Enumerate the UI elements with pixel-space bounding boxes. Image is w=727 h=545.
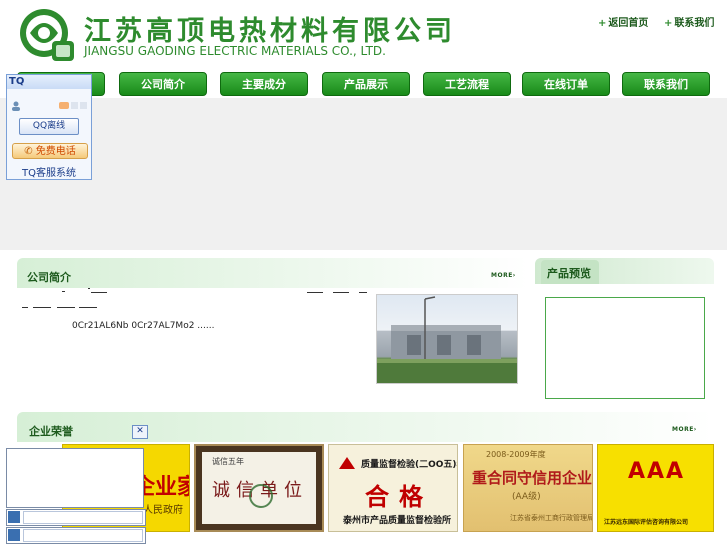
- text-dash: [22, 307, 28, 308]
- cert-subtitle: 诚信五年: [212, 457, 244, 466]
- tq-chat-widget[interactable]: TQ QQ离线 ✆ 免费电话 TQ客服系统: [6, 74, 92, 180]
- intro-more-link[interactable]: MORE›: [491, 272, 516, 279]
- phone-icon: ✆: [24, 146, 33, 157]
- cert-issuer: 江苏省泰州工商行政管理局: [510, 514, 593, 522]
- cert-heading: 合格: [365, 483, 433, 511]
- cert-issuer: 泰州市产品质量监督检验所: [343, 516, 452, 526]
- tq-system-label: TQ客服系统: [22, 168, 76, 179]
- status-icon: [71, 102, 78, 109]
- product-preview-box[interactable]: [545, 297, 705, 399]
- status-icon: [80, 102, 87, 109]
- warning-triangle-icon: [339, 457, 355, 469]
- chat-popup-row[interactable]: [6, 509, 146, 526]
- honors-title: 企业荣誉: [29, 425, 73, 438]
- nav-item-composition[interactable]: 主要成分: [220, 72, 308, 96]
- header: 江苏高顶电热材料有限公司 JIANGSU GAODING ELECTRIC MA…: [0, 0, 727, 70]
- honor-certificate[interactable]: AAA 江苏远东国际评估咨询有限公司: [597, 444, 714, 532]
- chat-input[interactable]: [23, 529, 143, 542]
- cert-paper: 诚信五年 诚信单位: [202, 452, 316, 524]
- cert-issuer: 人民政府: [143, 505, 183, 516]
- plus-icon: +: [664, 18, 673, 29]
- company-logo[interactable]: [16, 5, 78, 65]
- intro-title: 公司简介: [27, 271, 71, 284]
- cert-year: 2008-2009年度: [486, 450, 546, 459]
- contact-link-label: 联系我们: [674, 18, 715, 29]
- cert-heading: AAA: [628, 459, 686, 484]
- product-preview-section: 产品预览: [535, 258, 714, 406]
- nav-item-process[interactable]: 工艺流程: [423, 72, 511, 96]
- factory-photo: [376, 294, 518, 384]
- nav-item-products[interactable]: 产品展示: [322, 72, 410, 96]
- cert-issuer: 江苏远东国际评估咨询有限公司: [604, 519, 689, 526]
- free-call-label: 免费电话: [35, 146, 76, 157]
- user-icon: [11, 101, 21, 111]
- text-dash: [91, 292, 107, 293]
- text-dash: [33, 307, 51, 308]
- popup-close-button[interactable]: ✕: [132, 425, 148, 439]
- cert-subtitle: 质量监督检验(二OO五)年: [361, 460, 458, 470]
- home-link[interactable]: + 返回首页: [598, 14, 648, 29]
- text-dash: [62, 291, 65, 292]
- section-header: [17, 258, 528, 288]
- avatar: [8, 529, 20, 541]
- text-dash: [333, 292, 349, 293]
- text-dash: [79, 307, 97, 308]
- tq-title: TQ: [7, 75, 91, 89]
- chat-popup-window[interactable]: [6, 448, 144, 508]
- nav-item-order[interactable]: 在线订单: [522, 72, 610, 96]
- cert-grade: (AA级): [512, 492, 541, 502]
- honors-more-link[interactable]: MORE›: [672, 426, 697, 433]
- chat-popup-row[interactable]: [6, 527, 146, 544]
- cert-heading: 重合同守信用企业: [472, 469, 593, 487]
- plus-icon: +: [598, 18, 607, 29]
- banner-area: [0, 98, 727, 250]
- qq-button[interactable]: QQ离线: [19, 118, 79, 135]
- honor-certificate[interactable]: 2008-2009年度 重合同守信用企业 (AA级) 江苏省泰州工商行政管理局: [463, 444, 593, 532]
- contact-link[interactable]: + 联系我们: [664, 14, 714, 29]
- free-call-button[interactable]: ✆ 免费电话: [12, 143, 88, 159]
- text-dash: [307, 292, 323, 293]
- section-header: [17, 412, 714, 442]
- text-dash: [359, 292, 367, 293]
- company-title-cn: 江苏高顶电热材料有限公司: [84, 16, 456, 47]
- company-title-en: JIANGSU GAODING ELECTRIC MATERIALS CO., …: [84, 44, 386, 58]
- chat-input[interactable]: [23, 511, 143, 524]
- home-link-label: 返回首页: [608, 18, 649, 29]
- text-dash: [57, 307, 75, 308]
- avatar: [8, 511, 20, 523]
- main-nav: 公司简介 主要成分 产品展示 工艺流程 在线订单 联系我们: [0, 72, 727, 98]
- honor-certificate[interactable]: 诚信五年 诚信单位: [194, 444, 324, 532]
- seal-icon: [249, 484, 273, 508]
- honor-certificate[interactable]: 质量监督检验(二OO五)年 合格 泰州市产品质量监督检验所: [328, 444, 458, 532]
- nav-item-about[interactable]: 公司简介: [119, 72, 207, 96]
- nav-item-contact[interactable]: 联系我们: [622, 72, 710, 96]
- text-dash: [88, 288, 90, 289]
- message-icon: [59, 102, 69, 109]
- preview-title: 产品预览: [547, 267, 591, 280]
- intro-text: 0Cr21AL6Nb 0Cr27AL7Mo2 ......: [72, 321, 215, 331]
- company-intro-section: 公司简介 MORE› 0Cr21AL6Nb 0Cr27AL7Mo2 ......: [17, 258, 528, 400]
